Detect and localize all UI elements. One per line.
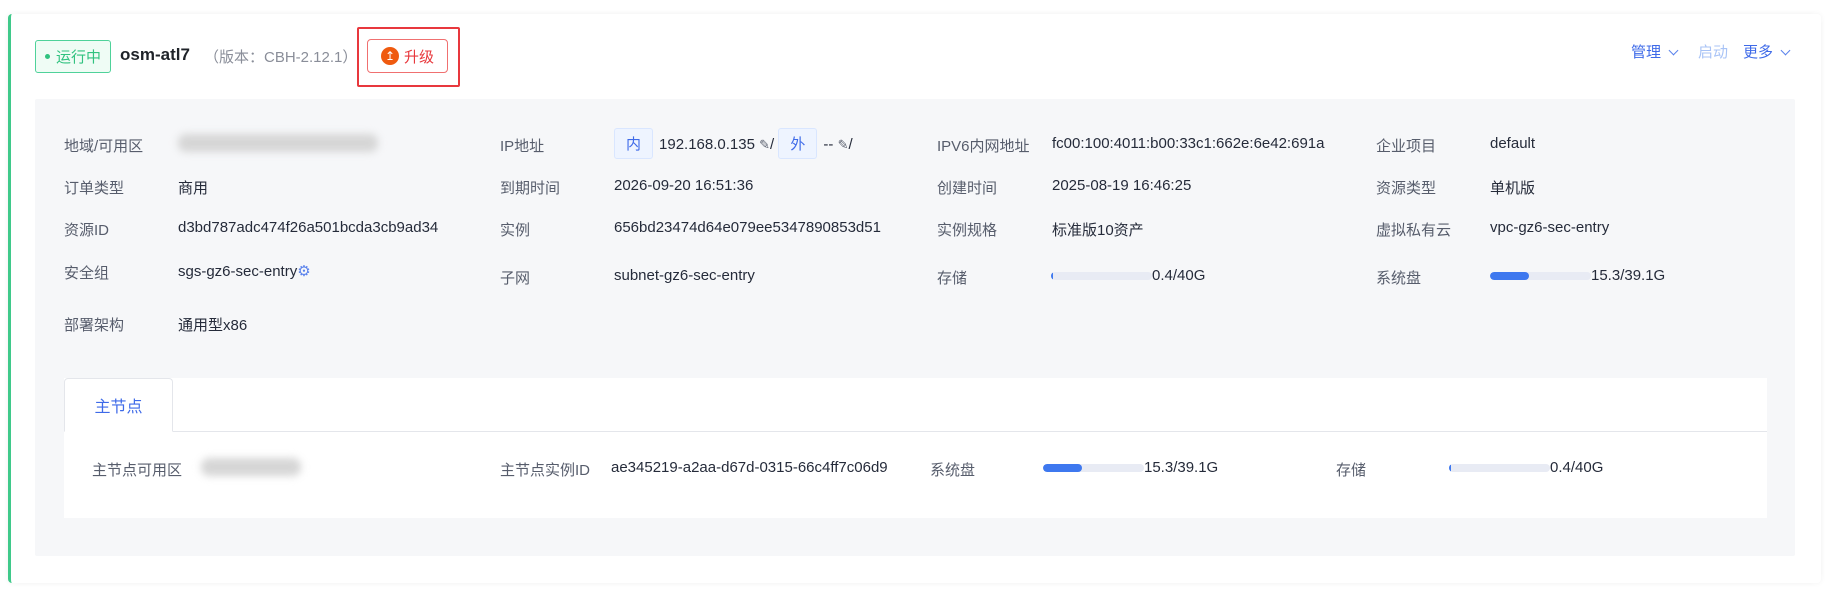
resid-label: 资源ID — [64, 222, 110, 239]
upgrade-icon: ↥ — [380, 47, 399, 65]
edit-icon[interactable]: ✎ — [759, 137, 770, 152]
gear-icon[interactable]: ⚙ — [297, 263, 310, 280]
vpc-value[interactable]: vpc-gz6-sec-entry — [1490, 219, 1609, 236]
manage-label: 管理 — [1631, 44, 1662, 61]
order-value: 商用 — [178, 180, 209, 197]
node-sysdisk-label: 系统盘 — [930, 462, 976, 479]
ipv6-label: IPV6内网地址 — [937, 138, 1030, 155]
sysdisk-text: 15.3/39.1G — [1591, 267, 1666, 284]
outer-tag: 外 — [778, 128, 818, 159]
sg-label: 安全组 — [64, 265, 110, 282]
node-sysdisk-progress-fill — [1043, 464, 1083, 473]
chevron-down-icon — [1668, 45, 1679, 56]
sysdisk-progress-fill — [1490, 272, 1530, 281]
storage-value: 0.4/40G — [1051, 267, 1205, 284]
node-id-value: ae345219-a2aa-d67d-0315-66c4ff7c06d9 — [611, 459, 888, 476]
restype-label: 资源类型 — [1376, 180, 1437, 197]
blurred-region — [178, 134, 378, 152]
node-sysdisk-value: 15.3/39.1G — [1043, 459, 1218, 476]
instance-value: 656bd23474d64e079ee5347890853d51 — [614, 219, 881, 236]
status-badge: 运行中 — [35, 40, 112, 73]
node-id-label: 主节点实例ID — [500, 462, 591, 479]
region-value — [178, 134, 378, 156]
edit-icon[interactable]: ✎ — [838, 137, 849, 152]
expire-value: 2026-09-20 16:51:36 — [614, 177, 754, 194]
instance-name: osm-atl7 — [120, 45, 190, 64]
node-storage-value: 0.4/40G — [1449, 459, 1603, 476]
created-label: 创建时间 — [937, 180, 998, 197]
separator: / — [848, 136, 853, 153]
order-label: 订单类型 — [64, 180, 125, 197]
ip-label: IP地址 — [500, 138, 545, 155]
region-label: 地域/可用区 — [64, 138, 144, 155]
tab-master-node[interactable]: 主节点 — [64, 378, 173, 432]
storage-text: 0.4/40G — [1152, 267, 1206, 284]
start-button[interactable]: 启动 — [1698, 41, 1728, 62]
node-storage-label: 存储 — [1336, 462, 1367, 479]
sysdisk-label: 系统盘 — [1376, 270, 1422, 287]
resid-value: d3bd787adc474f26a501bcda3cb9ad34 — [178, 219, 439, 236]
expire-label: 到期时间 — [500, 180, 561, 197]
sysdisk-progress-bar — [1490, 272, 1591, 281]
sg-name[interactable]: sgs-gz6-sec-entry — [178, 263, 297, 280]
created-value: 2025-08-19 16:46:25 — [1052, 177, 1192, 194]
more-label: 更多 — [1743, 44, 1774, 61]
project-value: default — [1490, 135, 1536, 152]
tab-divider — [64, 431, 1767, 432]
node-storage-text: 0.4/40G — [1550, 459, 1604, 476]
project-label: 企业项目 — [1376, 138, 1437, 155]
upgrade-button[interactable]: ↥ 升级 — [367, 39, 448, 73]
status-dot-icon — [45, 54, 50, 59]
inner-tag: 内 — [614, 128, 654, 159]
node-sysdisk-progress-bar — [1043, 464, 1144, 473]
ipv6-value: fc00:100:4011:b00:33c1:662e:6e42:691a — [1052, 135, 1325, 152]
inner-ip: 192.168.0.135 — [659, 136, 755, 153]
node-az-label: 主节点可用区 — [92, 462, 183, 479]
storage-label: 存储 — [937, 270, 968, 287]
restype-value: 单机版 — [1490, 180, 1536, 197]
sg-value: sgs-gz6-sec-entry⚙ — [178, 262, 311, 280]
node-az-value — [201, 458, 301, 480]
separator: / — [770, 136, 775, 153]
subnet-value: subnet-gz6-sec-entry — [614, 267, 755, 284]
arch-value: 通用型x86 — [178, 317, 248, 334]
outer-ip: -- — [823, 136, 834, 153]
node-storage-progress-bar — [1449, 464, 1550, 473]
subnet-label: 子网 — [500, 270, 531, 287]
spec-label: 实例规格 — [937, 222, 998, 239]
node-panel: 主节点 — [64, 378, 1767, 518]
upgrade-label: 升级 — [403, 48, 434, 66]
manage-dropdown[interactable]: 管理 — [1631, 41, 1679, 62]
spec-value: 标准版10资产 — [1052, 222, 1144, 239]
arch-label: 部署架构 — [64, 317, 125, 334]
storage-progress-fill — [1051, 272, 1054, 281]
vpc-label: 虚拟私有云 — [1376, 222, 1452, 239]
blurred-az — [201, 458, 301, 476]
node-storage-progress-fill — [1449, 464, 1452, 473]
instance-version: （版本：CBH-2.12.1） — [204, 49, 358, 66]
node-sysdisk-text: 15.3/39.1G — [1144, 459, 1219, 476]
ip-value: 内 192.168.0.135 ✎/ 外 -- ✎/ — [614, 128, 853, 159]
chevron-down-icon — [1780, 45, 1791, 56]
more-dropdown[interactable]: 更多 — [1743, 41, 1791, 62]
sysdisk-value: 15.3/39.1G — [1490, 267, 1665, 284]
status-text: 运行中 — [56, 49, 102, 66]
storage-progress-bar — [1051, 272, 1152, 281]
instance-label: 实例 — [500, 222, 531, 239]
